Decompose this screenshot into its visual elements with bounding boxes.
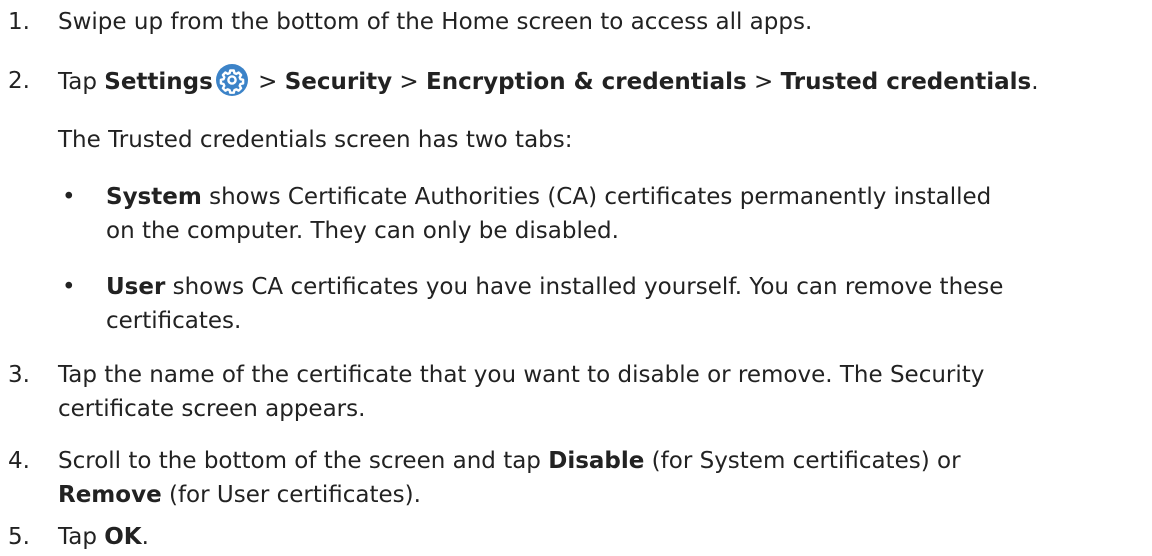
bullet-line: shows Certificate Authorities (CA) certi… bbox=[201, 184, 992, 210]
step-number: 5. bbox=[8, 524, 30, 550]
step-text: Tap the name of the certificate that you… bbox=[58, 358, 1136, 426]
step-text: Tap OK. bbox=[58, 520, 1136, 554]
bullet-mark: • bbox=[62, 274, 76, 300]
trusted-credentials-label: Trusted credentials bbox=[780, 69, 1032, 95]
step-number: 4. bbox=[8, 448, 30, 474]
step-number: 1. bbox=[8, 9, 30, 35]
step-text: Scroll to the bottom of the screen and t… bbox=[58, 444, 1136, 512]
bullet-mark: • bbox=[62, 184, 76, 210]
bullet-line: certificates. bbox=[106, 308, 242, 334]
security-label: Security bbox=[284, 69, 393, 95]
bullet-line: shows CA certificates you have installed… bbox=[165, 274, 1004, 300]
tabs-intro: The Trusted credentials screen has two t… bbox=[58, 127, 573, 153]
step-line: certificate screen appears. bbox=[58, 396, 366, 422]
step-text-part: > bbox=[392, 69, 427, 95]
step-text: Swipe up from the bottom of the Home scr… bbox=[58, 9, 813, 35]
step-text-part: . bbox=[1031, 69, 1039, 95]
ok-label: OK bbox=[104, 524, 142, 550]
step-line: Tap the name of the certificate that you… bbox=[58, 362, 985, 388]
gear-icon bbox=[215, 64, 248, 96]
step-text-part: (for System certificates) or bbox=[644, 448, 961, 474]
remove-label: Remove bbox=[58, 482, 162, 508]
bullet-text: System shows Certificate Authorities (CA… bbox=[106, 180, 1126, 248]
step-number: 3. bbox=[8, 362, 30, 388]
step-text-part: Scroll to the bottom of the screen and t… bbox=[58, 448, 549, 474]
step-text-part: (for User certificates). bbox=[161, 482, 421, 508]
settings-label: Settings bbox=[104, 69, 213, 95]
step-text-part: Tap bbox=[58, 69, 105, 95]
bullet-title: User bbox=[106, 274, 166, 300]
bullet-title: System bbox=[106, 184, 202, 210]
encryption-label: Encryption & credentials bbox=[426, 69, 747, 95]
step-text-part: > bbox=[250, 69, 285, 95]
step-text-part: Tap bbox=[58, 524, 105, 550]
step-number: 2. bbox=[8, 68, 30, 94]
step-text-part: . bbox=[141, 524, 149, 550]
disable-label: Disable bbox=[548, 448, 645, 474]
step-text-part: > bbox=[746, 69, 781, 95]
step-text: Tap Settings > Security > Encryption & c… bbox=[58, 64, 1136, 99]
bullet-line: on the computer. They can only be disabl… bbox=[106, 218, 619, 244]
bullet-text: User shows CA certificates you have inst… bbox=[106, 270, 1126, 338]
